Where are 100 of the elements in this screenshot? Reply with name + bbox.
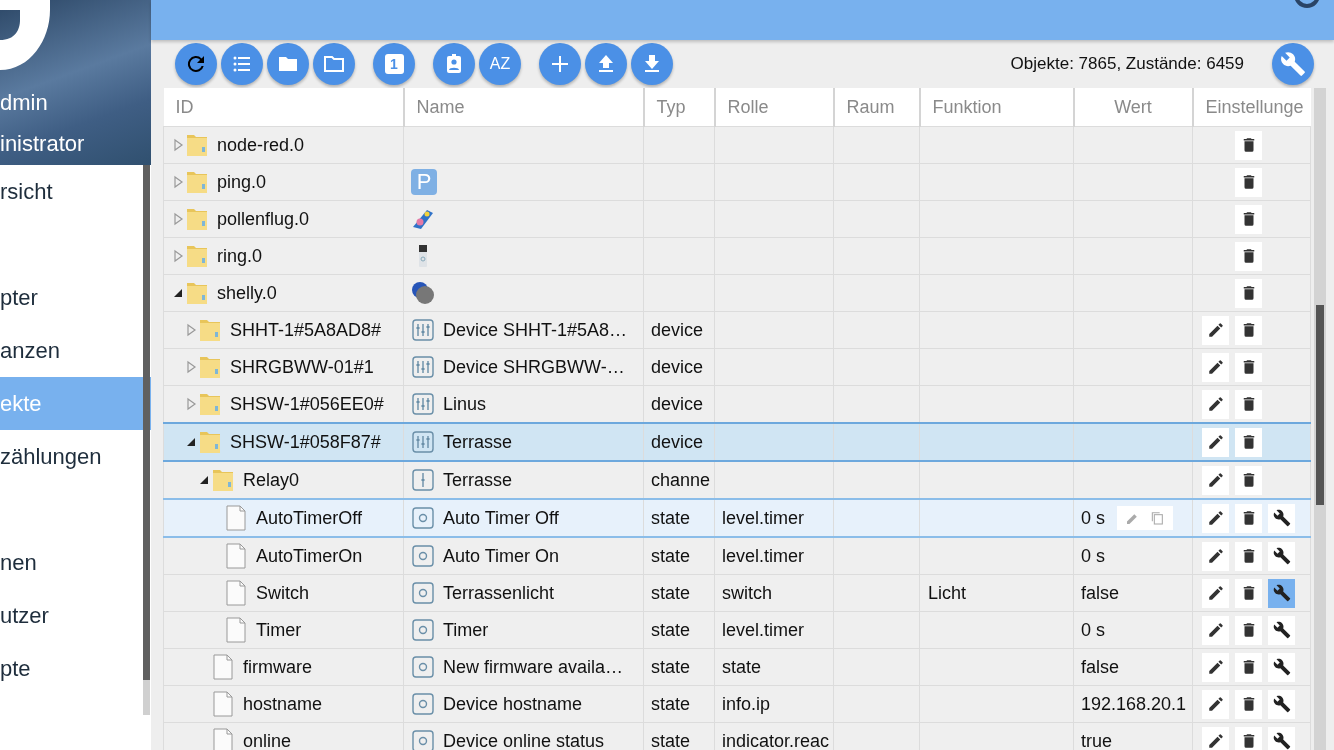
object-id: firmware — [243, 656, 312, 678]
refresh-button[interactable] — [175, 43, 217, 85]
plus-button[interactable] — [539, 43, 581, 85]
menu-item[interactable]: zählungen — [0, 430, 151, 483]
delete-button[interactable] — [1235, 689, 1262, 719]
menu-item[interactable]: anzen — [0, 324, 151, 377]
delete-button[interactable] — [1235, 204, 1262, 234]
settings-button[interactable] — [1268, 689, 1295, 719]
delete-button[interactable] — [1235, 167, 1262, 197]
sliders-icon — [411, 355, 435, 379]
object-function: Licht — [928, 582, 967, 603]
object-type: device — [651, 319, 704, 340]
menu-item[interactable]: pte — [0, 642, 151, 695]
object-id: SHHT-1#5A8AD8# — [230, 319, 382, 341]
pencil-icon — [1206, 509, 1225, 527]
delete-button[interactable] — [1235, 578, 1262, 608]
edit-button[interactable] — [1202, 689, 1229, 719]
wrench-icon — [1280, 51, 1306, 77]
object-name: Device hostname — [443, 693, 583, 715]
delete-button[interactable] — [1235, 615, 1262, 645]
delete-button[interactable] — [1235, 130, 1262, 160]
file-icon — [224, 616, 248, 644]
delete-button[interactable] — [1235, 652, 1262, 682]
delete-button[interactable] — [1235, 389, 1262, 419]
object-id: SHSW-1#056EE0# — [230, 393, 384, 415]
wrench-icon — [1272, 658, 1291, 676]
delete-button[interactable] — [1235, 427, 1262, 457]
settings-button[interactable] — [1268, 652, 1295, 682]
object-name: Timer — [443, 619, 489, 641]
menu-item[interactable]: rsicht — [0, 165, 151, 218]
folder-outline-button[interactable] — [313, 43, 355, 85]
settings-button[interactable] — [1268, 726, 1295, 750]
settings-button[interactable] — [1268, 541, 1295, 571]
edit-button[interactable] — [1202, 503, 1229, 533]
object-role: level.timer — [722, 507, 805, 528]
badge-button[interactable]: 1 — [373, 43, 415, 85]
channel-icon — [411, 468, 435, 492]
object-id: AutoTimerOff — [256, 507, 363, 529]
edit-button[interactable] — [1202, 541, 1229, 571]
object-role: switch — [722, 582, 772, 603]
delete-button[interactable] — [1235, 352, 1262, 382]
delete-button[interactable] — [1235, 465, 1262, 495]
edit-button[interactable] — [1202, 578, 1229, 608]
edit-button[interactable] — [1202, 427, 1229, 457]
folder-button[interactable] — [267, 43, 309, 85]
contact-button[interactable] — [433, 43, 475, 85]
state-icon — [411, 618, 435, 642]
sort-button[interactable]: AZ — [479, 43, 521, 85]
edit-button[interactable] — [1202, 352, 1229, 382]
edit-button[interactable] — [1202, 315, 1229, 345]
object-name: Device SHHT-1#5A8… — [443, 319, 628, 341]
column-header[interactable]: Name — [416, 96, 465, 117]
object-role: level.timer — [722, 619, 805, 640]
wrench-icon — [1272, 621, 1291, 639]
scrollbar[interactable] — [143, 165, 150, 715]
file-icon — [211, 690, 235, 718]
column-header[interactable]: Rolle — [727, 96, 769, 117]
delete-button[interactable] — [1235, 541, 1262, 571]
pencil-icon — [1206, 321, 1225, 339]
object-value: true — [1081, 730, 1113, 750]
edit-button[interactable] — [1202, 465, 1229, 495]
delete-button[interactable] — [1235, 503, 1262, 533]
settings-button[interactable] — [1268, 503, 1295, 533]
object-name: Linus — [443, 393, 487, 415]
object-id: SHSW-1#058F87# — [230, 431, 381, 453]
edit-button[interactable] — [1202, 389, 1229, 419]
delete-button[interactable] — [1235, 315, 1262, 345]
file-icon — [224, 542, 248, 570]
menu-item[interactable]: utzer — [0, 589, 151, 642]
state-icon — [411, 581, 435, 605]
column-header[interactable]: Wert — [1114, 96, 1152, 117]
object-value: false — [1081, 656, 1120, 678]
menu-item[interactable]: ekte — [0, 377, 151, 430]
menu-item[interactable]: nen — [0, 536, 151, 589]
object-type: state — [651, 693, 691, 714]
pencil-icon — [1206, 358, 1225, 376]
download-button[interactable] — [631, 43, 673, 85]
edit-button[interactable] — [1202, 726, 1229, 750]
object-type: device — [651, 356, 704, 377]
delete-button[interactable] — [1235, 726, 1262, 750]
settings-button[interactable] — [1268, 615, 1295, 645]
edit-button[interactable] — [1202, 652, 1229, 682]
scrollbar[interactable] — [1314, 88, 1326, 750]
edit-button[interactable] — [1202, 615, 1229, 645]
column-header[interactable]: ID — [175, 96, 194, 117]
wrench-icon — [1272, 695, 1291, 713]
delete-button[interactable] — [1235, 241, 1262, 271]
object-role: indicator.reac — [722, 730, 830, 750]
state-icon — [411, 506, 435, 530]
state-icon — [411, 729, 435, 750]
upload-button[interactable] — [585, 43, 627, 85]
object-id: online — [243, 730, 292, 750]
menu-item[interactable]: pter — [0, 271, 151, 324]
flower-bee-icon — [411, 207, 435, 231]
object-value: 192.168.20.1 — [1081, 693, 1187, 715]
object-type: state — [651, 507, 691, 528]
state-icon — [411, 544, 435, 568]
settings-button[interactable] — [1268, 578, 1295, 608]
pencil-icon — [1206, 547, 1225, 565]
delete-button[interactable] — [1235, 278, 1262, 308]
